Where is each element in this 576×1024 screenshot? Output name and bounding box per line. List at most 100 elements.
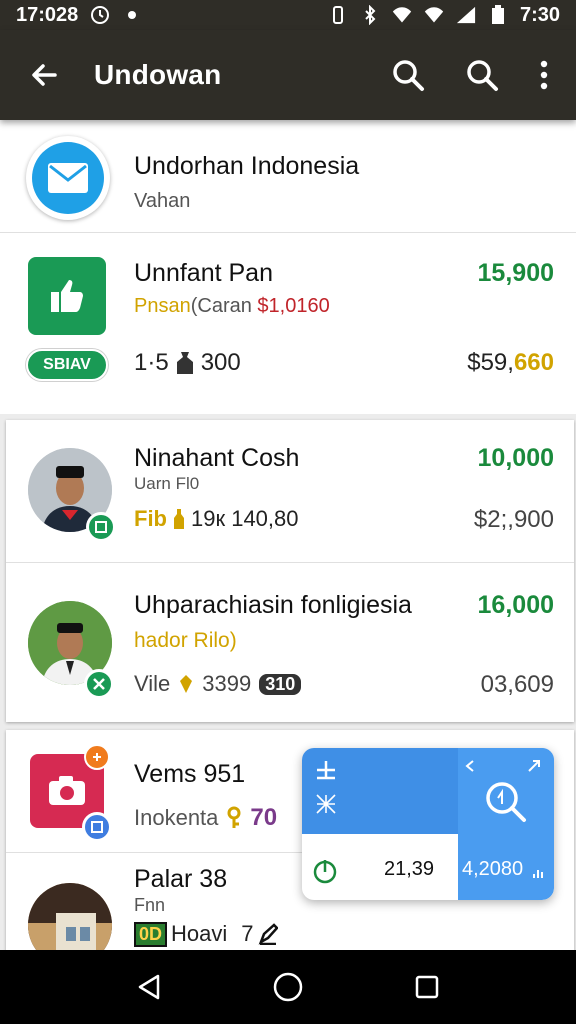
middle-card: Ninahant Cosh Uarn Fl0 Fib 19к 140,80 10… [6,420,574,722]
widget-expand-button[interactable] [526,758,542,779]
widget-power-button[interactable] [312,858,338,889]
list-item-row-4[interactable]: Uhparachiasin fonligiesia hador Rilo) Vi… [6,563,574,722]
row-4-amount: 16,000 [477,591,554,619]
arrow-back-icon [32,64,57,86]
widget-collapse-button[interactable] [462,758,478,779]
nav-recents-button[interactable] [405,965,449,1009]
status-time-left: 17:028 [16,3,79,26]
battery-icon [488,5,508,25]
search-icon [486,782,526,822]
more-button[interactable] [534,53,554,97]
house-avatar [28,883,112,950]
thumbs-up-icon [51,280,83,312]
power-icon [313,860,337,884]
row-3-name: Ninahant Cosh [134,444,300,472]
camera-icon [49,776,85,805]
messages-app-avatar [26,136,110,220]
row-2-name: Unnfant Pan [134,259,273,287]
shuffle-icon [316,794,336,814]
row-2-right-amount: $59,660 [467,349,554,377]
row-1-name: Undorhan Indonesia [134,152,360,180]
row-2-meta-b: 300 [200,349,241,376]
widget-add-button[interactable] [314,758,338,787]
status-badge: SBIAV [26,349,108,381]
envelope-icon [48,163,88,193]
bag-icon [176,352,193,374]
sync-badge [82,812,112,842]
recents-square-icon [415,975,438,999]
row-2-meta-a: 1·5 [134,349,169,376]
row-3-right-amount: $2;,900 [473,506,554,533]
row-5-sub: Inokenta 70 [134,804,277,832]
system-nav-bar [0,950,576,1024]
bottle-icon [174,509,184,529]
list-item-row-3[interactable]: Ninahant Cosh Uarn Fl0 Fib 19к 140,80 10… [6,420,574,562]
row-3-meta-value: 19к 140,80 [191,506,299,531]
floating-widget[interactable]: 21,39 4,2080 [302,748,554,900]
wifi-2-icon [424,5,444,25]
row-6-meta-a: Hoavi [171,921,228,946]
row-6-meta: 0D Hoavi 7 [134,921,278,947]
row-6-sub: Fnn [134,895,166,915]
bluetooth-icon [360,5,380,25]
top-card: Undorhan Indonesia Vahan SBIAV Unnfant P… [0,120,576,414]
widget-amount-light: 4,2080 [462,858,524,880]
row-6-meta-badge: 0D [134,921,168,947]
row-4-name: Uhparachiasin fonligiesia [134,591,412,619]
verified-badge-2 [84,669,114,699]
row-1-sub: Vahan [134,190,191,212]
bar-chart-icon [533,870,543,878]
row-4-meta-a: Vile [134,671,171,696]
row-2-sub-gray: (Caran [190,295,258,317]
content-list: Undorhan Indonesia Vahan SBIAV Unnfant P… [0,120,576,950]
row-2-right-a: $59, [467,349,514,376]
add-icon [317,761,335,780]
row-3-meta-yellow: Fib [134,506,167,531]
app-bar: Undowan [0,30,576,120]
row-5-sub-text: Inokenta [134,805,219,830]
chevron-left-icon [465,760,474,772]
more-vert-icon [540,60,548,90]
row-3-meta: Fib 19к 140,80 [134,506,299,532]
search-icon [467,60,498,91]
thumbs-app-tile [28,257,106,335]
back-button[interactable] [24,55,64,95]
nav-home-button[interactable] [266,965,310,1009]
row-4-meta: Vile 3399 310 [134,671,302,697]
home-circle-icon [273,972,303,1002]
row-3-sub: Uarn Fl0 [134,474,200,493]
widget-shuffle-button[interactable] [314,792,338,821]
square-icon [91,821,103,833]
search-button[interactable] [386,53,430,97]
cross-icon [93,678,105,690]
signal-icon [456,5,476,25]
pen-icon [258,923,278,945]
row-2-amount: 15,900 [477,259,554,287]
medal-icon [180,675,193,693]
row-4-meta-b: 3399 [202,671,252,696]
row-2-sub-yellow: Pnsan [134,295,191,317]
notification-dot-icon [122,5,142,25]
search-alt-button[interactable] [460,53,504,97]
row-2-sub-red: $1,0160 [257,295,330,317]
verified-badge-1 [86,512,116,542]
wifi-icon [392,5,412,25]
row-4-right-amount: 03,609 [480,671,554,698]
row-3-amount: 10,000 [477,444,554,472]
row-2-sub: Pnsan(Caran $1,0160 [134,295,330,318]
status-bar: 17:028 7:30 [0,0,576,30]
widget-search-button[interactable] [484,780,528,829]
row-4-sub: hador Rilo) [134,629,237,652]
alarm-icon [90,5,110,25]
row-5-name: Vems 951 [134,760,246,788]
page-title: Undowan [94,59,222,90]
vibrate-icon [328,5,348,25]
list-item-row-1[interactable]: Undorhan Indonesia Vahan [0,120,576,232]
nav-back-button[interactable] [127,965,171,1009]
row-6-name: Palar 38 [134,865,228,893]
house-photo [28,883,112,950]
row-2-meta: 1·5 300 [134,349,241,377]
row-4-meta-badge: 310 [259,673,302,695]
widget-chart-icon-wrap [532,866,546,885]
list-item-row-2[interactable]: SBIAV Unnfant Pan Pnsan(Caran $1,0160 15… [0,233,576,413]
